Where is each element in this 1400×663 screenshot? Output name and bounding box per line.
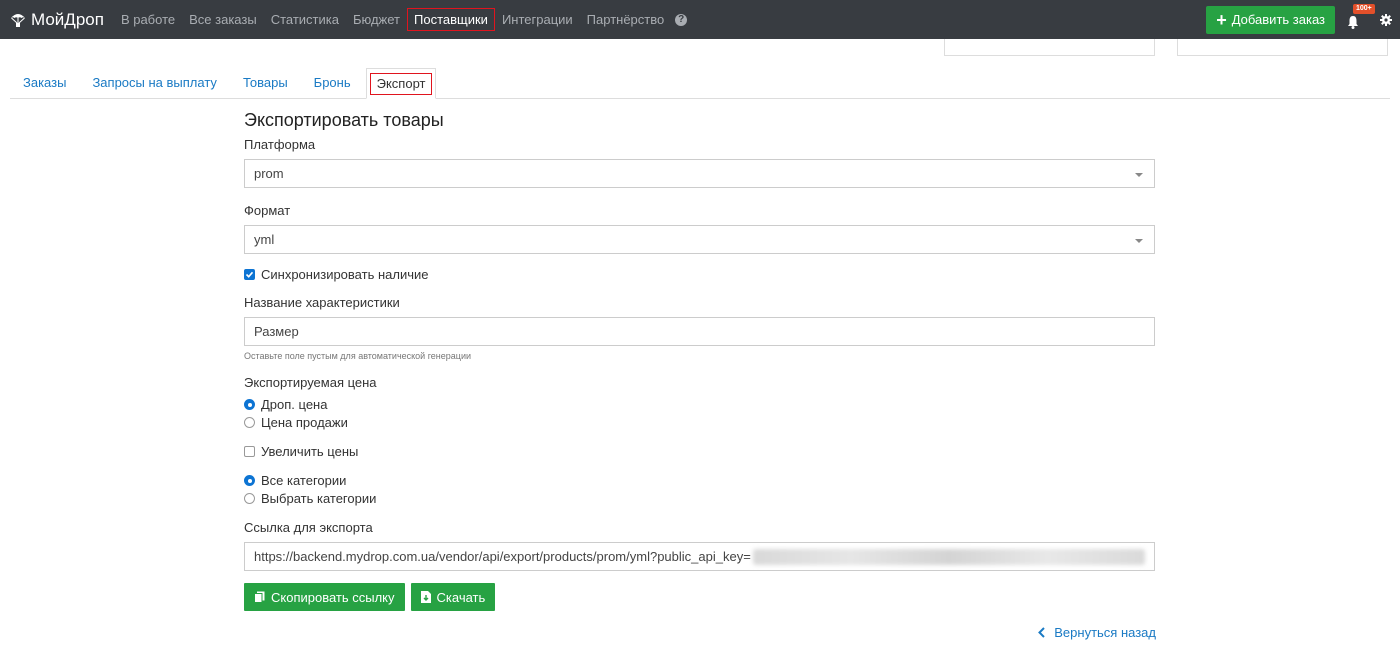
header-panel-left <box>944 39 1155 56</box>
price-option-drop[interactable]: Дроп. цена <box>244 396 1155 413</box>
gear-icon[interactable] <box>1380 13 1392 26</box>
tab-export[interactable]: Экспорт <box>365 68 437 99</box>
characteristic-input[interactable]: Размер <box>244 317 1155 346</box>
format-value: yml <box>254 232 275 247</box>
increase-prices-checkbox[interactable] <box>244 446 255 457</box>
platform-value: prom <box>254 166 284 181</box>
add-order-button[interactable]: + Добавить заказ <box>1206 5 1335 34</box>
increase-prices-label: Увеличить цены <box>261 444 359 459</box>
select-categories-label: Выбрать категории <box>261 491 377 506</box>
navbar-actions: + Добавить заказ 100+ <box>1206 0 1400 39</box>
format-label: Формат <box>244 203 291 218</box>
export-actions: Скопировать ссылку Скачать <box>244 583 1155 611</box>
all-categories-radio[interactable] <box>244 475 255 486</box>
download-button[interactable]: Скачать <box>410 583 496 611</box>
sync-availability-option[interactable]: Синхронизировать наличие <box>244 266 1155 283</box>
price-sale-radio[interactable] <box>244 417 255 428</box>
help-icon[interactable]: ? <box>675 13 688 26</box>
characteristic-label: Название характеристики <box>244 295 400 310</box>
tab-bar: Заказы Запросы на выплату Товары Бронь Э… <box>10 68 1390 99</box>
chevron-left-icon <box>1038 627 1045 638</box>
back-link-label: Вернуться назад <box>1054 625 1156 640</box>
chevron-down-icon <box>1135 239 1143 243</box>
download-file-icon <box>420 591 431 603</box>
select-categories-radio[interactable] <box>244 493 255 504</box>
tab-booking[interactable]: Бронь <box>301 68 364 98</box>
sync-availability-label: Синхронизировать наличие <box>261 267 429 282</box>
price-option-sale[interactable]: Цена продажи <box>244 414 1155 431</box>
nav-link-in-work[interactable]: В работе <box>114 8 182 31</box>
all-categories-label: Все категории <box>261 473 347 488</box>
characteristic-help-text: Оставьте поле пустым для автоматической … <box>244 351 471 361</box>
export-link-field[interactable]: https://backend.mydrop.com.ua/vendor/api… <box>244 542 1155 571</box>
nav-link-all-orders[interactable]: Все заказы <box>182 8 264 31</box>
export-price-label: Экспортируемая цена <box>244 375 377 390</box>
price-sale-label: Цена продажи <box>261 415 348 430</box>
copy-link-button[interactable]: Скопировать ссылку <box>244 583 405 611</box>
back-link[interactable]: Вернуться назад <box>1038 625 1156 640</box>
copy-link-label: Скопировать ссылку <box>271 589 395 605</box>
page-title: Экспортировать товары <box>244 110 444 130</box>
add-order-label: Добавить заказ <box>1231 12 1325 27</box>
copy-icon <box>254 591 265 603</box>
characteristic-placeholder: Размер <box>254 324 299 339</box>
notifications-button[interactable]: 100+ <box>1347 3 1375 30</box>
category-option-select[interactable]: Выбрать категории <box>244 490 1155 507</box>
parachute-icon <box>11 13 25 27</box>
increase-prices-option[interactable]: Увеличить цены <box>244 443 1155 460</box>
tab-payout-requests[interactable]: Запросы на выплату <box>79 68 229 98</box>
brand-logo[interactable]: МойДроп <box>10 10 104 30</box>
nav-link-partnership[interactable]: Партнёрство <box>580 8 672 31</box>
tab-products[interactable]: Товары <box>230 68 301 98</box>
format-select[interactable]: yml <box>244 225 1155 254</box>
export-form: Экспортировать товары Платформа prom Фор… <box>244 105 1155 611</box>
platform-select[interactable]: prom <box>244 159 1155 188</box>
main-nav: В работе Все заказы Статистика Бюджет По… <box>114 0 688 39</box>
nav-link-integrations[interactable]: Интеграции <box>495 8 580 31</box>
export-link-label: Ссылка для экспорта <box>244 520 373 535</box>
category-option-all[interactable]: Все категории <box>244 472 1155 489</box>
tab-export-label: Экспорт <box>369 73 433 95</box>
bell-icon <box>1348 15 1358 29</box>
top-navbar: МойДроп В работе Все заказы Статистика Б… <box>0 0 1400 39</box>
export-link-value: https://backend.mydrop.com.ua/vendor/api… <box>254 549 751 564</box>
redacted-api-key <box>752 548 1145 565</box>
sync-availability-checkbox[interactable] <box>244 269 255 280</box>
nav-link-statistics[interactable]: Статистика <box>264 8 346 31</box>
tab-orders[interactable]: Заказы <box>10 68 79 98</box>
plus-icon: + <box>1216 9 1227 30</box>
nav-link-budget[interactable]: Бюджет <box>346 8 407 31</box>
download-label: Скачать <box>436 589 486 605</box>
nav-link-suppliers[interactable]: Поставщики <box>407 8 495 31</box>
brand-name: МойДроп <box>31 9 104 29</box>
price-drop-radio[interactable] <box>244 399 255 410</box>
notification-badge: 100+ <box>1353 3 1375 14</box>
checkmark-icon <box>245 271 254 278</box>
chevron-down-icon <box>1135 173 1143 177</box>
platform-label: Платформа <box>244 137 316 152</box>
price-drop-label: Дроп. цена <box>261 397 328 412</box>
header-panel-right <box>1177 39 1388 56</box>
